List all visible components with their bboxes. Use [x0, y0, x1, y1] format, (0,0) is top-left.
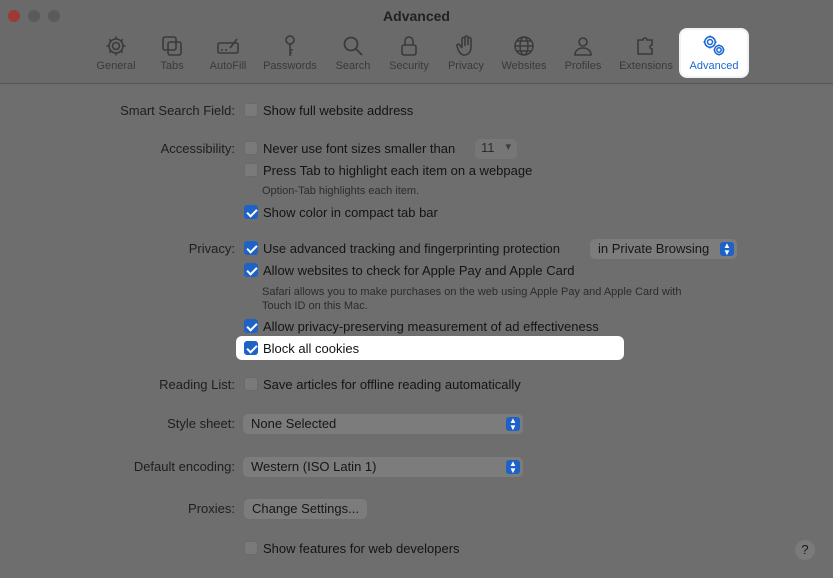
developer-features-option[interactable]: Show features for web developers [244, 539, 460, 557]
settings-window: Advanced General Tabs AutoFill Passwords… [0, 0, 833, 578]
hand-icon [456, 35, 472, 56]
change-settings-button[interactable]: Change Settings... [244, 499, 367, 519]
window-title: Advanced [383, 8, 450, 24]
title-bar: Advanced General Tabs AutoFill Passwords… [0, 0, 833, 84]
tracking-scope-select[interactable]: in Private Browsing ▲ ▼ [590, 239, 737, 259]
globe-icon [514, 36, 534, 56]
press-tab-note: Option-Tab highlights each item. [262, 185, 420, 197]
compact-color-option[interactable]: Show color in compact tab bar [244, 203, 438, 221]
chevron-down-icon: ▾ [505, 141, 511, 153]
apple-pay-note: Safari allows you to make purchases on t… [262, 285, 732, 313]
ad-measurement-option[interactable]: Allow privacy-preserving measurement of … [244, 317, 599, 335]
privacy-label: Privacy: [188, 241, 235, 256]
person-icon [574, 37, 592, 56]
proxies-label: Proxies: [188, 501, 235, 516]
min-font-option[interactable]: Never use font sizes smaller than [244, 139, 455, 157]
developer-features-text: Show features for web developers [263, 540, 460, 556]
default-encoding-value: Western (ISO Latin 1) [251, 459, 377, 474]
chevron-updown-icon: ▲ ▼ [506, 417, 520, 432]
accessibility-label: Accessibility: [160, 141, 235, 156]
style-sheet-label: Style sheet: [167, 416, 235, 431]
show-full-address-option[interactable]: Show full website address [244, 101, 413, 119]
compact-color-checkbox[interactable] [244, 205, 258, 219]
block-cookies-option[interactable]: Block all cookies [244, 339, 359, 357]
tracking-option[interactable]: Use advanced tracking and fingerprinting… [244, 239, 560, 257]
tab-profiles[interactable]: Profiles [550, 30, 616, 76]
developer-features-checkbox[interactable] [244, 541, 258, 555]
default-encoding-select[interactable]: Western (ISO Latin 1) ▲ ▼ [243, 457, 523, 477]
press-tab-checkbox[interactable] [244, 163, 258, 177]
press-tab-text: Press Tab to highlight each item on a we… [263, 162, 533, 178]
apple-pay-option[interactable]: Allow websites to check for Apple Pay an… [244, 261, 574, 279]
tab-privacy[interactable]: Privacy [433, 30, 499, 76]
min-font-checkbox[interactable] [244, 141, 258, 155]
chevron-updown-icon: ▲ ▼ [506, 460, 520, 475]
tab-autofill[interactable]: AutoFill [195, 30, 261, 76]
reading-list-label: Reading List: [159, 377, 235, 392]
tab-passwords[interactable]: Passwords [257, 30, 323, 76]
min-font-text: Never use font sizes smaller than [263, 140, 456, 156]
lock-icon [401, 36, 417, 56]
gears-icon [703, 35, 725, 56]
block-cookies-text: Block all cookies [263, 340, 360, 356]
ad-measurement-checkbox[interactable] [244, 319, 258, 333]
tabs-icon [162, 36, 182, 56]
chevron-updown-icon: ▲ ▼ [720, 242, 734, 257]
tracking-scope-value: in Private Browsing [598, 241, 710, 256]
tracking-text: Use advanced tracking and fingerprinting… [263, 240, 561, 256]
show-full-address-checkbox[interactable] [244, 103, 258, 117]
show-full-address-text: Show full website address [263, 102, 414, 118]
block-cookies-checkbox[interactable] [244, 341, 258, 355]
save-offline-option[interactable]: Save articles for offline reading automa… [244, 375, 521, 393]
apple-pay-note-line-1: Safari allows you to make purchases on t… [262, 286, 682, 298]
ad-measurement-text: Allow privacy-preserving measurement of … [263, 318, 599, 334]
min-font-size-value: 11 [481, 140, 495, 155]
key-icon [285, 35, 295, 56]
style-sheet-select[interactable]: None Selected ▲ ▼ [243, 414, 523, 434]
tab-extensions[interactable]: Extensions [613, 30, 679, 76]
pencil-form-icon [217, 38, 239, 54]
smart-search-label: Smart Search Field: [120, 103, 235, 118]
compact-color-text: Show color in compact tab bar [263, 204, 438, 220]
gear-icon [106, 36, 126, 56]
apple-pay-checkbox[interactable] [244, 263, 258, 277]
tab-websites[interactable]: Websites [491, 30, 557, 76]
apple-pay-note-line-2: Touch ID on this Mac. [262, 300, 368, 312]
puzzle-icon [637, 37, 653, 55]
default-encoding-label: Default encoding: [133, 459, 235, 474]
save-offline-text: Save articles for offline reading automa… [263, 376, 521, 392]
press-tab-option[interactable]: Press Tab to highlight each item on a we… [244, 161, 532, 179]
save-offline-checkbox[interactable] [244, 377, 258, 391]
tab-advanced[interactable]: Advanced [681, 30, 747, 76]
help-button[interactable]: ? [795, 540, 815, 560]
min-font-size-select[interactable]: 11 ▾ [475, 139, 517, 159]
apple-pay-text: Allow websites to check for Apple Pay an… [263, 262, 575, 278]
search-icon [343, 36, 363, 56]
style-sheet-value: None Selected [251, 416, 337, 431]
tracking-checkbox[interactable] [244, 241, 258, 255]
